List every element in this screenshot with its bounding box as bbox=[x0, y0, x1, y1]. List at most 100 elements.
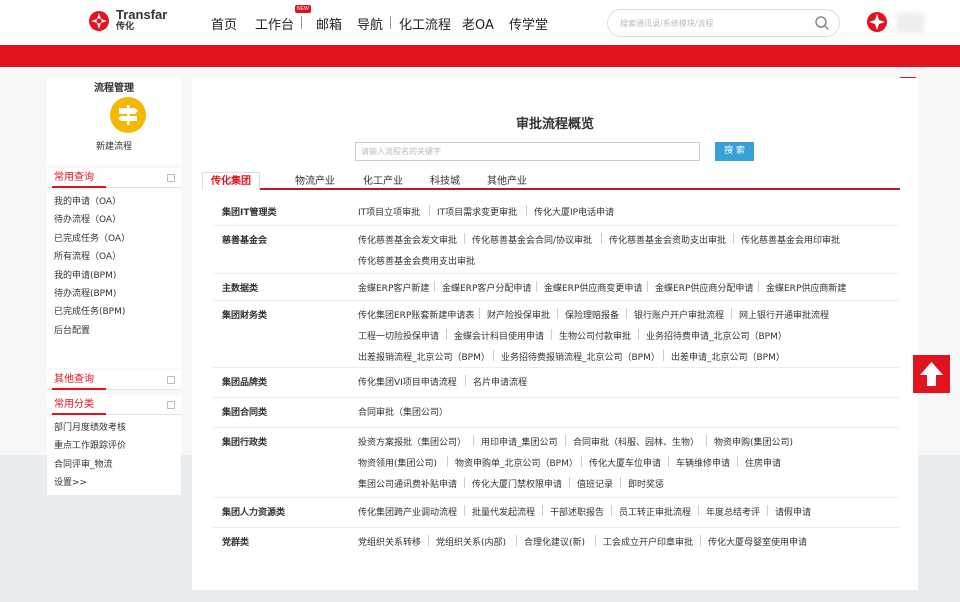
tab-2[interactable]: 化工产业 bbox=[363, 174, 403, 189]
other-query-panel: 其他查询 bbox=[47, 370, 181, 390]
common-category-item[interactable]: 重点工作跟踪评价 bbox=[47, 437, 181, 455]
flow-link[interactable]: 业务招待费报销流程_北京公司（BPM） bbox=[501, 350, 660, 363]
flow-link[interactable]: 出差申请_北京公司（BPM） bbox=[671, 350, 785, 363]
flow-link[interactable]: 合同审批（集团公司） bbox=[358, 405, 448, 418]
flow-link[interactable]: 网上银行开通审批流程 bbox=[739, 308, 829, 321]
nav-item-3[interactable]: 导航 bbox=[357, 14, 392, 33]
tab-3[interactable]: 科技城 bbox=[430, 174, 460, 189]
tab-4[interactable]: 其他产业 bbox=[487, 174, 527, 189]
flow-link[interactable]: IT项目立项审批 bbox=[358, 205, 420, 218]
flow-search-field[interactable] bbox=[356, 143, 699, 160]
tab-1[interactable]: 物流产业 bbox=[295, 174, 335, 189]
nav-item-1[interactable]: 工作台 NEW bbox=[255, 5, 311, 33]
flow-link[interactable]: 保险理赔报备 bbox=[565, 308, 619, 321]
top-bar: Transfar 传化 首页 工作台 NEW 邮箱 导航 化工流程 老OA 传学堂 搜索通讯录… bbox=[0, 0, 960, 45]
back-to-top-icon[interactable] bbox=[913, 355, 950, 393]
flow-link[interactable]: 即时奖惩 bbox=[628, 477, 664, 490]
link-separator bbox=[434, 281, 435, 292]
global-search[interactable]: 搜索通讯录/系统模块/流程 bbox=[607, 9, 840, 37]
nav-item-4[interactable]: 化工流程 bbox=[399, 14, 451, 33]
flow-link[interactable]: 传化慈善基金会费用支出审批 bbox=[358, 254, 475, 267]
nav-item-2[interactable]: 邮箱 bbox=[316, 14, 342, 33]
flow-link[interactable]: 传化大厦IP电话申请 bbox=[534, 205, 614, 218]
common-query-item[interactable]: 已完成任务(BPM) bbox=[47, 303, 181, 321]
user-avatar-icon[interactable] bbox=[866, 11, 888, 33]
flow-link[interactable]: 出差报销流程_北京公司（BPM） bbox=[358, 350, 490, 363]
tab-0[interactable]: 传化集团 bbox=[202, 172, 260, 190]
flow-link[interactable]: 传化大厦门禁权限申请 bbox=[472, 477, 562, 490]
flow-link[interactable]: 批量代发起流程 bbox=[472, 505, 535, 518]
search-button[interactable]: 搜 索 bbox=[715, 142, 754, 161]
common-query-item[interactable]: 我的申请(BPM) bbox=[47, 267, 181, 285]
flow-link[interactable]: 车辆维修申请 bbox=[676, 456, 730, 469]
new-flow-button[interactable]: 新建流程 bbox=[47, 139, 181, 152]
common-category-item[interactable]: 合同评审_物流 bbox=[47, 456, 181, 474]
flow-link[interactable]: 集团公司通讯费补贴申请 bbox=[358, 477, 457, 490]
common-query-item[interactable]: 待办流程（OA） bbox=[47, 211, 181, 229]
flow-link[interactable]: 传化慈善基金会发文审批 bbox=[358, 233, 457, 246]
pin-icon[interactable] bbox=[167, 174, 175, 182]
flow-link[interactable]: 传化大厦母婴室使用申请 bbox=[708, 535, 807, 548]
nav-item-6[interactable]: 传学堂 bbox=[509, 14, 548, 33]
approval-overview: 审批流程概览 搜 索 传化集团 物流产业 化工产业 科技城 其他产业 集团IT管理类 IT… bbox=[192, 78, 918, 590]
pin-icon[interactable] bbox=[167, 401, 175, 409]
flow-link[interactable]: 金蝶ERP客户新建 bbox=[358, 281, 429, 294]
transfar-logo[interactable]: Transfar 传化 bbox=[88, 8, 167, 33]
flow-link[interactable]: 财产险投保审批 bbox=[487, 308, 550, 321]
flow-link[interactable]: 名片申请流程 bbox=[473, 375, 527, 388]
common-query-item[interactable]: 所有流程（OA） bbox=[47, 248, 181, 266]
flow-link[interactable]: 党组织关系转移 bbox=[358, 535, 421, 548]
flow-link[interactable]: 传化慈善基金会资助支出审批 bbox=[609, 233, 726, 246]
page-title: 审批流程概览 bbox=[515, 117, 594, 132]
flow-link[interactable]: 传化慈善基金会用印审批 bbox=[741, 233, 840, 246]
flow-link[interactable]: 干部述职报告 bbox=[550, 505, 604, 518]
common-query-item[interactable]: 我的申请（OA） bbox=[47, 193, 181, 211]
common-query-item[interactable]: 后台配置 bbox=[47, 322, 181, 340]
category-name: 慈善基金会 bbox=[222, 236, 268, 246]
nav-label: 老OA bbox=[462, 18, 494, 33]
flow-link[interactable]: 住房申请 bbox=[745, 456, 781, 469]
flow-link[interactable]: 银行账户开户审批流程 bbox=[634, 308, 724, 321]
flow-link[interactable]: 传化慈善基金会合同/协议审批 bbox=[472, 233, 592, 246]
flow-link[interactable]: 金蝶ERP供应商变更申请 bbox=[544, 281, 642, 294]
flow-link[interactable]: 用印申请_集团公司 bbox=[481, 435, 558, 448]
flow-link[interactable]: 值班记录 bbox=[577, 477, 613, 490]
signpost-icon[interactable] bbox=[110, 97, 146, 133]
flow-link[interactable]: 工会成立开户印章审批 bbox=[603, 535, 693, 548]
flow-link[interactable]: 传化大厦车位申请 bbox=[589, 456, 661, 469]
flow-link[interactable]: 投资方案报批（集团公司） bbox=[358, 435, 466, 448]
common-category-item[interactable]: 设置>> bbox=[47, 474, 181, 492]
header-underline bbox=[52, 413, 106, 415]
search-icon[interactable] bbox=[814, 15, 830, 31]
category-name: 集团合同类 bbox=[222, 408, 268, 418]
flow-link[interactable]: 物资申购(集团公司) bbox=[714, 435, 793, 448]
flow-link[interactable]: IT项目需求变更审批 bbox=[437, 205, 517, 218]
flow-link[interactable]: 合理化建议(新) bbox=[524, 535, 585, 548]
flow-link[interactable]: 金蝶会计科目使用申请 bbox=[454, 329, 544, 342]
flow-search-input[interactable] bbox=[355, 142, 700, 161]
flow-link[interactable]: 员工转正审批流程 bbox=[619, 505, 691, 518]
flow-link[interactable]: 工程一切险投保申请 bbox=[358, 329, 439, 342]
flow-link[interactable]: 金蝶ERP供应商分配申请 bbox=[655, 281, 753, 294]
flow-link[interactable]: 金蝶ERP客户分配申请 bbox=[442, 281, 531, 294]
flow-link[interactable]: 年度总结考评 bbox=[706, 505, 760, 518]
common-query-item[interactable]: 待办流程(BPM) bbox=[47, 285, 181, 303]
nav-item-5[interactable]: 老OA bbox=[462, 14, 494, 33]
flow-link[interactable]: 物资申购单_北京公司（BPM） bbox=[455, 456, 578, 469]
common-category-item[interactable]: 部门月度绩效考核 bbox=[47, 419, 181, 437]
flow-link[interactable]: 金蝶ERP供应商新建 bbox=[766, 281, 846, 294]
flow-link[interactable]: 请假申请 bbox=[775, 505, 811, 518]
nav-item-0[interactable]: 首页 bbox=[211, 14, 237, 33]
nav-label: 化工流程 bbox=[399, 18, 452, 33]
flow-link[interactable]: 党组织关系(内部) bbox=[436, 535, 506, 548]
pin-icon[interactable] bbox=[167, 376, 175, 384]
flow-link[interactable]: 传化集团ERP账套新建申请表 bbox=[358, 308, 474, 321]
flow-link[interactable]: 业务招待费申请_北京公司（BPM） bbox=[646, 329, 787, 342]
flow-link[interactable]: 传化集团跨产业调动流程 bbox=[358, 505, 457, 518]
flow-link[interactable]: 合同审批（科服、园林、生物） bbox=[573, 435, 699, 448]
other-query-header[interactable]: 其他查询 bbox=[47, 370, 181, 390]
flow-link[interactable]: 生物公司付款审批 bbox=[559, 329, 631, 342]
flow-link[interactable]: 传化集团VI项目申请流程 bbox=[358, 375, 457, 388]
common-query-item[interactable]: 已完成任务（OA） bbox=[47, 230, 181, 248]
flow-link[interactable]: 物资领用(集团公司) bbox=[358, 456, 437, 469]
